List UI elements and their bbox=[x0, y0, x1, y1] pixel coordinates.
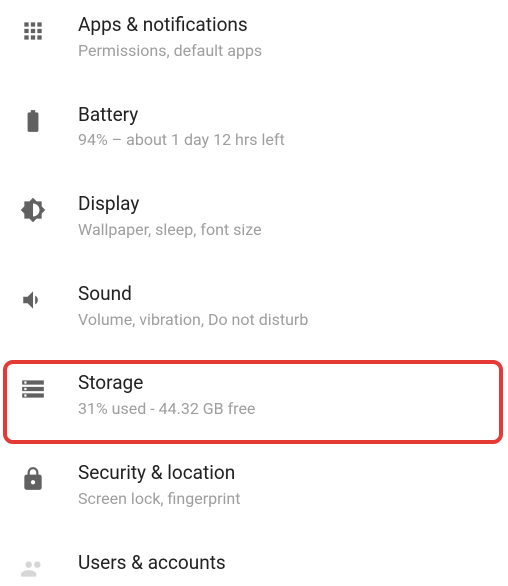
storage-icon bbox=[16, 372, 50, 406]
settings-item-battery[interactable]: Battery 94% – about 1 day 12 hrs left bbox=[0, 90, 508, 180]
battery-icon bbox=[16, 104, 50, 138]
settings-item-sound[interactable]: Sound Volume, vibration, Do not disturb bbox=[0, 269, 508, 359]
settings-item-subtitle: Permissions, default apps bbox=[78, 41, 262, 62]
settings-item-subtitle: Volume, vibration, Do not disturb bbox=[78, 310, 308, 331]
users-icon bbox=[16, 552, 50, 586]
settings-item-subtitle: 31% used - 44.32 GB free bbox=[78, 399, 255, 420]
settings-item-subtitle: Screen lock, fingerprint bbox=[78, 489, 241, 510]
sound-icon bbox=[16, 283, 50, 317]
settings-item-storage[interactable]: Storage 31% used - 44.32 GB free bbox=[0, 358, 508, 448]
settings-item-text: Battery 94% – about 1 day 12 hrs left bbox=[78, 102, 285, 152]
settings-item-title: Sound bbox=[78, 283, 308, 306]
display-icon bbox=[16, 193, 50, 227]
settings-item-subtitle: 94% – about 1 day 12 hrs left bbox=[78, 130, 285, 151]
settings-item-text: Display Wallpaper, sleep, font size bbox=[78, 191, 262, 241]
settings-item-text: Storage 31% used - 44.32 GB free bbox=[78, 370, 255, 420]
settings-item-title: Display bbox=[78, 193, 262, 216]
settings-item-title: Security & location bbox=[78, 462, 241, 485]
settings-item-text: Apps & notifications Permissions, defaul… bbox=[78, 12, 262, 62]
apps-icon bbox=[16, 14, 50, 48]
settings-item-users[interactable]: Users & accounts bbox=[0, 538, 508, 586]
lock-icon bbox=[16, 462, 50, 496]
settings-item-subtitle: Wallpaper, sleep, font size bbox=[78, 220, 262, 241]
settings-item-text: Security & location Screen lock, fingerp… bbox=[78, 460, 241, 510]
settings-item-apps[interactable]: Apps & notifications Permissions, defaul… bbox=[0, 0, 508, 90]
settings-item-title: Users & accounts bbox=[78, 552, 226, 575]
settings-item-security[interactable]: Security & location Screen lock, fingerp… bbox=[0, 448, 508, 538]
settings-item-title: Apps & notifications bbox=[78, 14, 262, 37]
settings-item-display[interactable]: Display Wallpaper, sleep, font size bbox=[0, 179, 508, 269]
settings-list: Apps & notifications Permissions, defaul… bbox=[0, 0, 508, 586]
settings-item-text: Users & accounts bbox=[78, 550, 226, 575]
settings-item-title: Battery bbox=[78, 104, 285, 127]
settings-item-title: Storage bbox=[78, 372, 255, 395]
settings-item-text: Sound Volume, vibration, Do not disturb bbox=[78, 281, 308, 331]
